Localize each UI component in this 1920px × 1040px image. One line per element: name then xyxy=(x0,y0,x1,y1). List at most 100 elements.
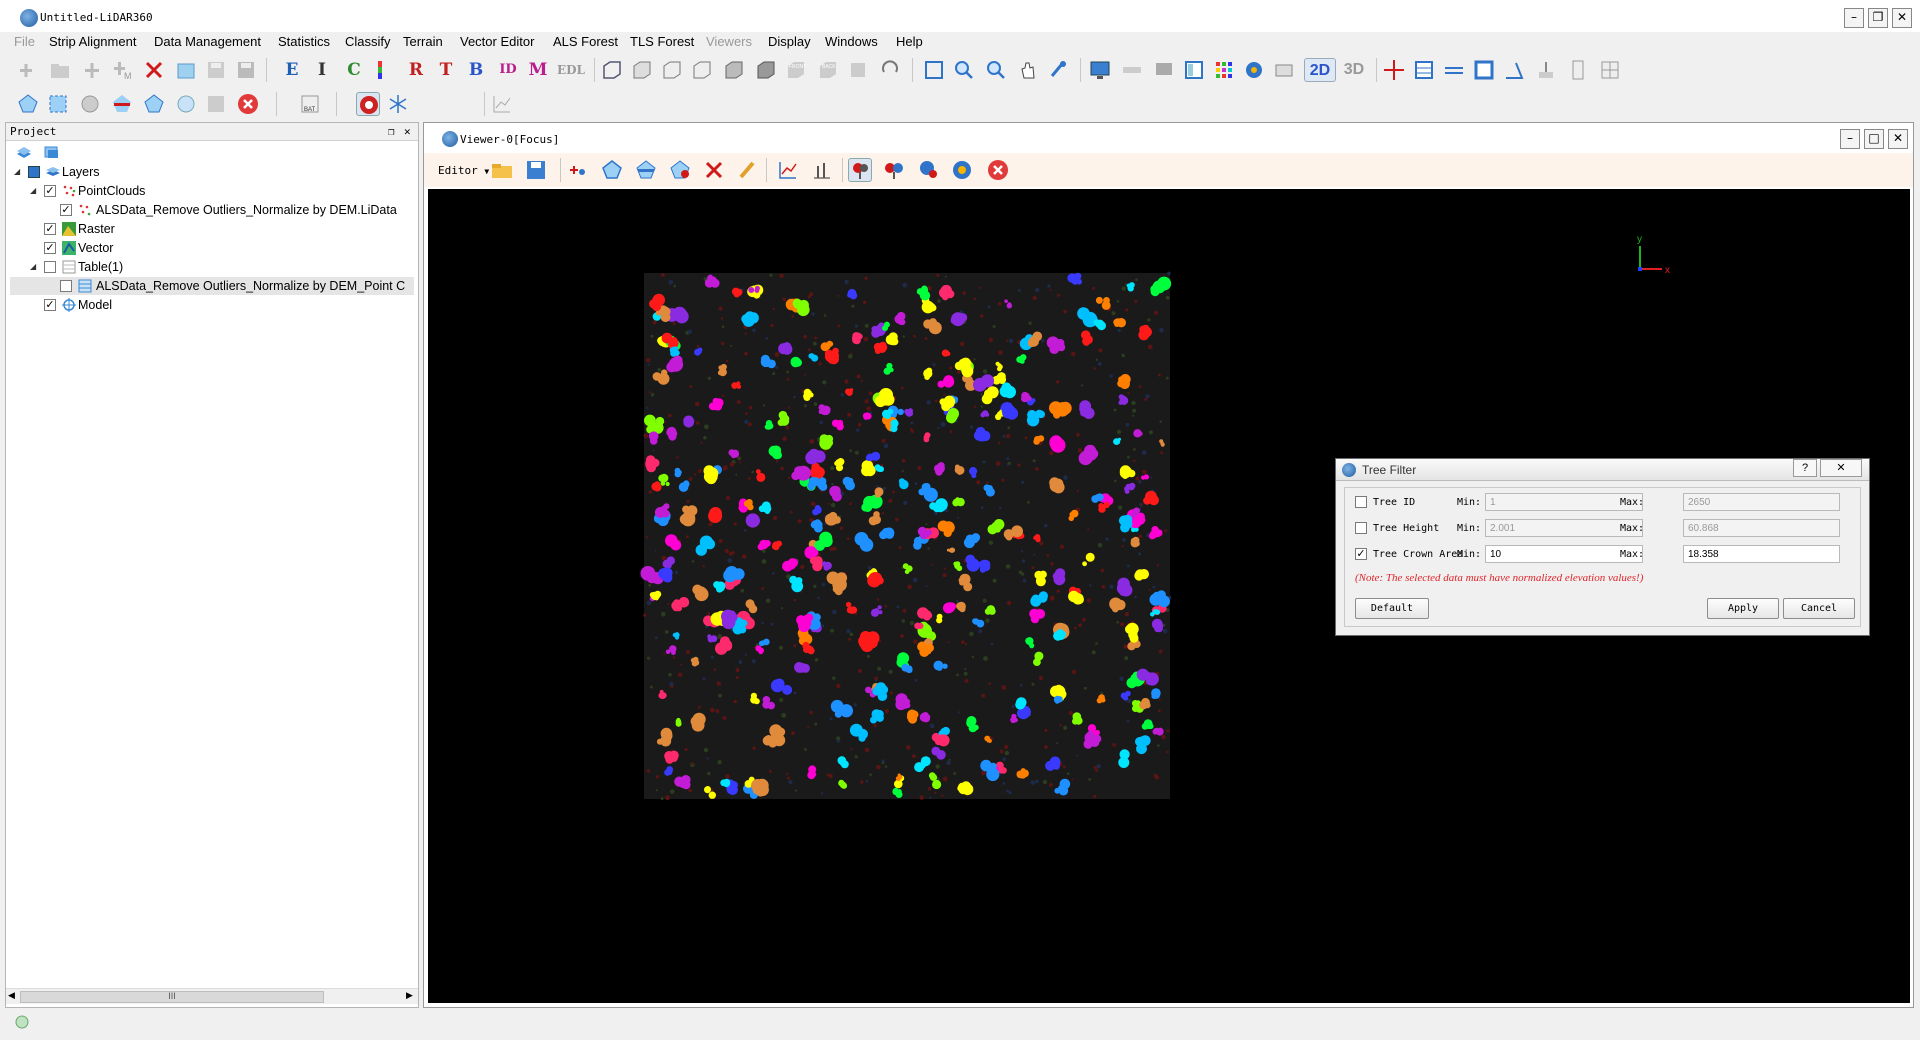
viewer-polygon-icon[interactable] xyxy=(600,158,624,182)
add-data-icon[interactable] xyxy=(14,58,38,82)
rotate-icon[interactable] xyxy=(878,58,902,82)
circle-select-icon[interactable] xyxy=(78,92,102,116)
crosshair-icon[interactable] xyxy=(1382,58,1406,82)
viewer-open-folder-icon[interactable] xyxy=(490,158,514,182)
layers-view-icon[interactable] xyxy=(16,144,32,163)
height-measure-icon[interactable] xyxy=(1534,58,1558,82)
exit-selection-icon[interactable] xyxy=(236,92,260,116)
add-layer-icon[interactable] xyxy=(80,58,104,82)
tree-filter-icon[interactable] xyxy=(848,158,872,182)
viewer-keep-inside-icon[interactable] xyxy=(668,158,692,182)
clip-icon[interactable] xyxy=(174,92,198,116)
snow-filter-icon[interactable] xyxy=(386,92,410,116)
dialog-close-button[interactable]: ✕ xyxy=(1820,459,1862,477)
viewer-remove-inside-icon[interactable] xyxy=(634,158,658,182)
grid-icon[interactable] xyxy=(1598,58,1622,82)
data-view-icon[interactable] xyxy=(44,144,60,163)
intensity-color-button[interactable]: I xyxy=(310,58,334,82)
viewer-save-icon[interactable] xyxy=(524,158,548,182)
monitor-icon[interactable] xyxy=(1088,58,1112,82)
view-iso-icon[interactable] xyxy=(754,58,778,82)
settings-gear-icon[interactable] xyxy=(1242,58,1266,82)
remove-icon[interactable] xyxy=(142,58,166,82)
point-table-checkbox[interactable] xyxy=(60,280,72,292)
close-button[interactable]: ✕ xyxy=(1892,8,1912,28)
menu-classify[interactable]: Classify xyxy=(345,34,391,49)
zoom-out-icon[interactable] xyxy=(984,58,1008,82)
view-right-icon[interactable] xyxy=(722,58,746,82)
table-checkbox[interactable] xyxy=(44,261,56,273)
menu-als-forest[interactable]: ALS Forest xyxy=(553,34,618,49)
tree-crown-area-checkbox[interactable]: ✓ xyxy=(1355,548,1367,560)
help-button[interactable]: ? xyxy=(1793,459,1817,477)
view-back-icon[interactable]: BACK xyxy=(816,58,840,82)
edl-button[interactable]: EDL xyxy=(556,58,586,82)
lidata-checkbox[interactable]: ✓ xyxy=(60,204,72,216)
stereo-icon[interactable] xyxy=(1120,58,1144,82)
menu-strip-alignment[interactable]: Strip Alignment xyxy=(49,34,136,49)
batch-icon[interactable]: BAT xyxy=(298,92,322,116)
tree-segment-icon[interactable] xyxy=(356,92,380,116)
tree-merge-icon[interactable] xyxy=(882,158,906,182)
mode-2d-button[interactable]: 2D xyxy=(1304,58,1336,82)
project-horizontal-scrollbar[interactable]: ◀ III ▶ xyxy=(6,988,418,1004)
view-left-icon[interactable] xyxy=(690,58,714,82)
clipboard-icon[interactable] xyxy=(1566,58,1590,82)
keep-inside-icon[interactable] xyxy=(142,92,166,116)
collapse-arrow-icon[interactable]: ◢ xyxy=(14,163,24,181)
collapse-arrow-icon[interactable]: ◢ xyxy=(30,182,40,200)
menu-terrain[interactable]: Terrain xyxy=(403,34,443,49)
save-all-icon[interactable] xyxy=(234,58,258,82)
minimize-button[interactable]: – xyxy=(1844,8,1864,28)
viewer-close-button[interactable]: ✕ xyxy=(1888,129,1908,149)
screenshot-icon[interactable] xyxy=(1272,58,1296,82)
restore-button[interactable]: ❐ xyxy=(1868,8,1888,28)
split-view-icon[interactable] xyxy=(1182,58,1206,82)
float-panel-icon[interactable]: ❐ xyxy=(388,125,395,138)
zoom-in-icon[interactable] xyxy=(952,58,976,82)
rectangle-select-icon[interactable] xyxy=(46,92,70,116)
add-model-icon[interactable]: M xyxy=(110,58,134,82)
scroll-left-arrow-icon[interactable]: ◀ xyxy=(8,990,15,1001)
mode-3d-button[interactable]: 3D xyxy=(1338,58,1370,82)
brush-icon[interactable] xyxy=(736,158,760,182)
display-setting-icon[interactable] xyxy=(1152,58,1176,82)
id-color-button[interactable]: ID xyxy=(496,58,520,82)
view-top-icon[interactable] xyxy=(630,58,654,82)
view-front-icon[interactable]: FRONT xyxy=(784,58,808,82)
tree-id-checkbox[interactable] xyxy=(1355,496,1367,508)
menu-viewers[interactable]: Viewers xyxy=(706,34,752,49)
viewer-delete-icon[interactable] xyxy=(702,158,726,182)
elevation-color-button[interactable]: E xyxy=(280,58,304,82)
chart-icon[interactable] xyxy=(490,92,514,116)
layers-checkbox[interactable] xyxy=(28,166,40,178)
legend-icon[interactable] xyxy=(1212,58,1236,82)
tree-settings-icon[interactable] xyxy=(950,158,974,182)
mixed-color-button[interactable]: M xyxy=(526,58,550,82)
time-color-button[interactable]: T xyxy=(434,58,458,82)
menu-file[interactable]: File xyxy=(14,34,35,49)
tree-edit-icon[interactable] xyxy=(916,158,940,182)
model-checkbox[interactable]: ✓ xyxy=(44,299,56,311)
tree-crown-area-max-input[interactable] xyxy=(1683,545,1840,563)
viewer-minimize-button[interactable]: – xyxy=(1840,129,1860,149)
editor-dropdown[interactable]: Editor ▼ xyxy=(438,164,489,177)
menu-help[interactable]: Help xyxy=(896,34,923,49)
view-bottom-icon[interactable] xyxy=(660,58,684,82)
profile-icon[interactable] xyxy=(1442,58,1466,82)
frame-icon[interactable] xyxy=(1472,58,1496,82)
default-button[interactable]: Default xyxy=(1355,598,1429,619)
tree-pick-icon[interactable] xyxy=(810,158,834,182)
scroll-right-arrow-icon[interactable]: ▶ xyxy=(406,990,413,1001)
blend-color-button[interactable]: B xyxy=(464,58,488,82)
pointclouds-checkbox[interactable]: ✓ xyxy=(44,185,56,197)
export-icon[interactable] xyxy=(174,58,198,82)
menu-vector-editor[interactable]: Vector Editor xyxy=(460,34,534,49)
viewer-exit-icon[interactable] xyxy=(986,158,1010,182)
raster-checkbox[interactable]: ✓ xyxy=(44,223,56,235)
tree-height-checkbox[interactable] xyxy=(1355,522,1367,534)
tree-height-max-input[interactable] xyxy=(1683,519,1840,537)
remove-inside-icon[interactable] xyxy=(110,92,134,116)
menu-data-management[interactable]: Data Management xyxy=(154,34,261,49)
menu-statistics[interactable]: Statistics xyxy=(278,34,330,49)
